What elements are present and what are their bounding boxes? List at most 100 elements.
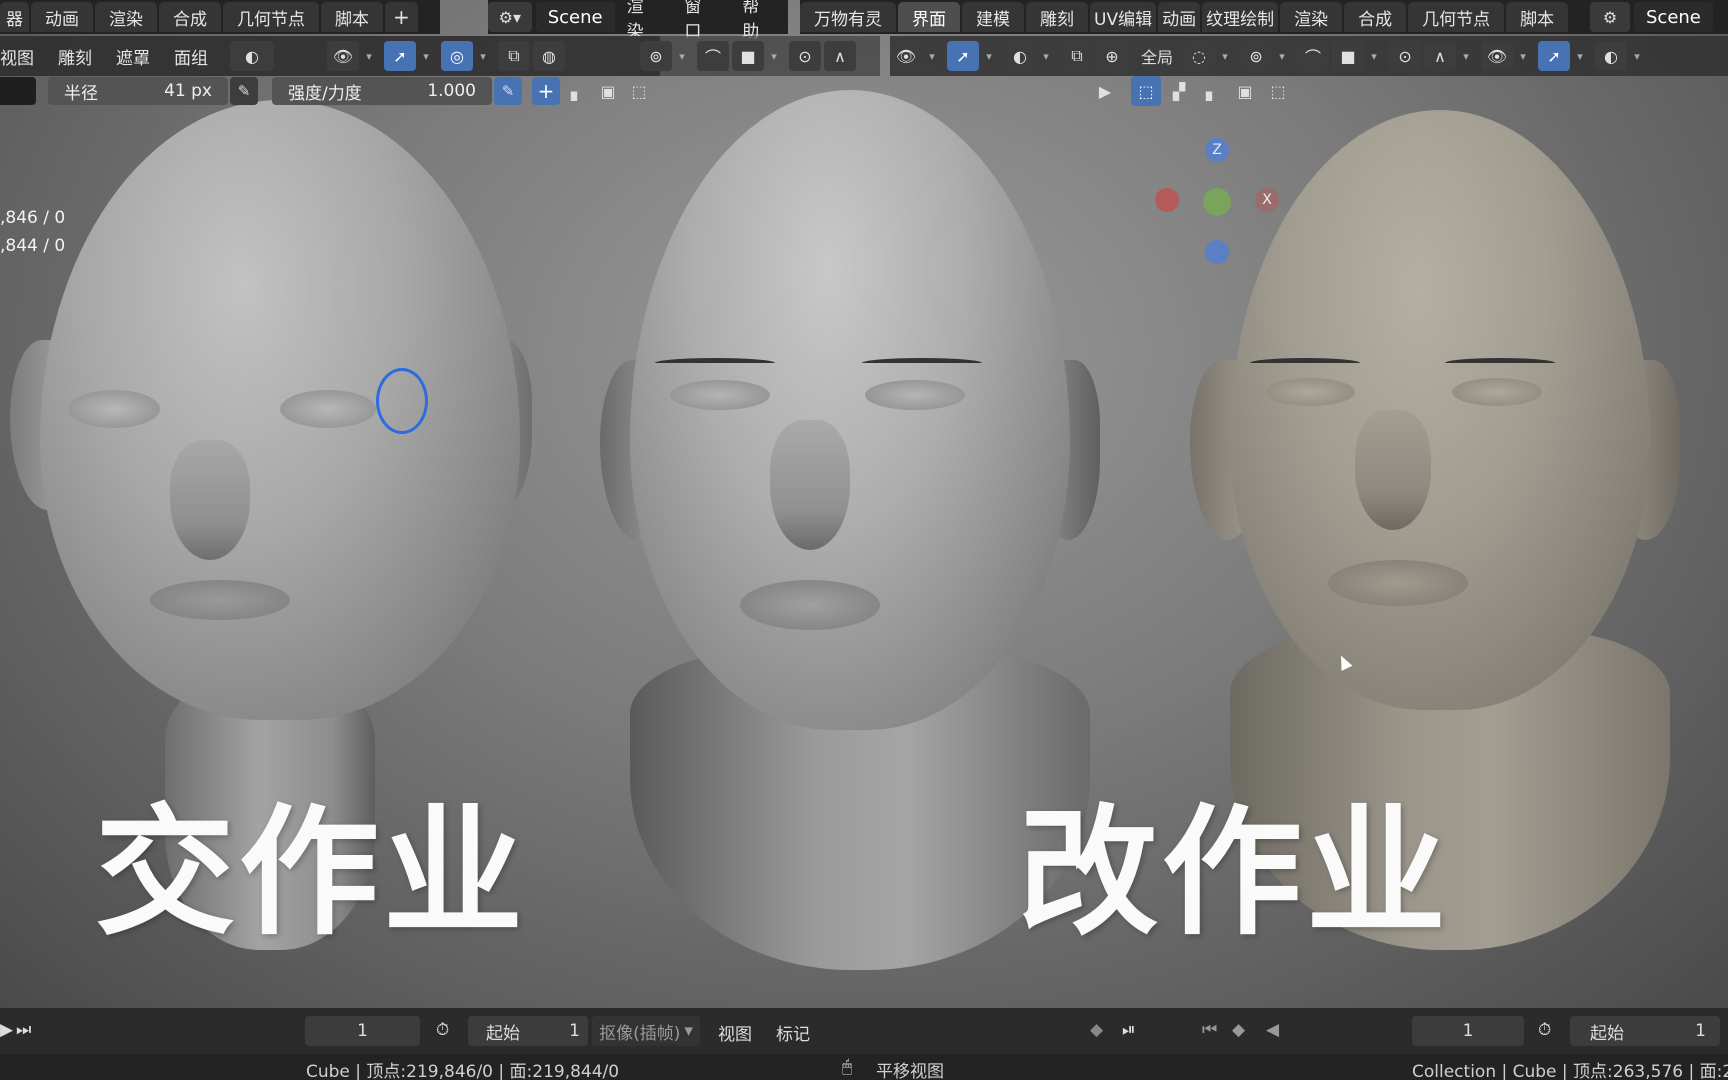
snap-icon[interactable]: ⌒ — [697, 41, 729, 71]
play-icon[interactable]: ▶ — [0, 1020, 13, 1040]
chevron-down-icon[interactable]: ▾ — [767, 50, 781, 63]
visibility-icon[interactable]: 👁 — [890, 41, 922, 71]
chevron-down-icon[interactable]: ▾ — [1459, 50, 1473, 63]
tab-sculpting[interactable]: 雕刻 — [1026, 2, 1088, 32]
tab-compositing-right[interactable]: 合成 — [1344, 2, 1407, 32]
tab-render[interactable]: 渲染 — [95, 2, 157, 32]
overlay-toggle-icon[interactable]: ◎ — [441, 41, 473, 71]
gizmo-toggle-icon-2[interactable]: ➚ — [1538, 41, 1571, 71]
tab-compositing[interactable]: 合成 — [159, 2, 221, 32]
3d-viewport[interactable]: ,846 / 0 ,844 / 0 Z X 交作业 改作业 — [0, 0, 1728, 1008]
invert-icon[interactable]: ▣ — [594, 77, 622, 105]
intersect-select-icon[interactable]: ▣ — [1230, 76, 1260, 106]
keying-dropdown[interactable]: 抠像(插帧) ▾ — [592, 1016, 700, 1046]
tab-editor[interactable]: 器 — [0, 2, 29, 32]
gizmo-y-axis-neg[interactable] — [1205, 240, 1229, 264]
orientation-icon[interactable]: ⊕ — [1096, 41, 1128, 71]
strength-field[interactable]: 强度/力度 1.000 — [272, 77, 492, 105]
proportional-edit-icon[interactable]: ⊙ — [789, 41, 821, 71]
extend-select-icon[interactable]: ▞ — [1164, 76, 1194, 106]
falloff-icon[interactable]: ∧ — [824, 41, 856, 71]
chevron-down-icon[interactable]: ▾ — [1630, 50, 1644, 63]
add-workspace-button[interactable]: + — [385, 2, 418, 32]
menu-mask[interactable]: 遮罩 — [104, 44, 162, 69]
start-frame-field-right[interactable]: 起始 1 — [1570, 1016, 1720, 1046]
current-frame-field-right[interactable]: 1 — [1412, 1016, 1524, 1046]
chevron-down-icon[interactable]: ▾ — [675, 50, 689, 63]
keyframe-prev-icon[interactable]: ◆ — [1090, 1020, 1103, 1040]
chevron-down-icon[interactable]: ▾ — [1367, 50, 1381, 63]
tab-uv-editing[interactable]: UV编辑 — [1090, 2, 1157, 32]
add-direction-button[interactable]: + — [532, 77, 560, 105]
tab-animation[interactable]: 动画 — [31, 2, 93, 32]
menu-sculpt[interactable]: 雕刻 — [46, 44, 104, 69]
tab-render-right[interactable]: 渲染 — [1280, 2, 1343, 32]
tab-wanwu-youling[interactable]: 万物有灵 — [800, 2, 896, 32]
radius-field[interactable]: 半径 41 px — [48, 77, 228, 105]
gizmo-x-axis-neg[interactable] — [1155, 188, 1179, 212]
xray-icon[interactable]: ⧉ — [1061, 41, 1093, 71]
falloff-icon[interactable]: ∧ — [1424, 41, 1457, 71]
menu-marker[interactable]: 标记 — [776, 1020, 810, 1045]
orientation-global-label[interactable]: 全局 — [1131, 44, 1183, 68]
visibility-icon-2[interactable]: 👁 — [1481, 41, 1514, 71]
scene-name-field[interactable]: Scene — [535, 2, 615, 32]
solid-shading-icon[interactable]: ■ — [1332, 41, 1365, 71]
pivot-icon[interactable]: ⊚ — [640, 41, 672, 71]
tab-geometry-nodes-right[interactable]: 几何节点 — [1408, 2, 1505, 32]
solid-shading-icon[interactable]: ■ — [732, 41, 764, 71]
tab-animation-right[interactable]: 动画 — [1158, 2, 1201, 32]
chevron-down-icon[interactable]: ▾ — [1039, 50, 1053, 63]
start-frame-field-left[interactable]: 起始 1 — [468, 1016, 588, 1046]
menu-face-sets[interactable]: 面组 — [162, 44, 220, 69]
jump-start-icon[interactable]: ⏮ — [1202, 1020, 1217, 1040]
chevron-down-icon[interactable]: ▾ — [419, 50, 433, 63]
play-reverse-icon[interactable]: ◀ — [1266, 1020, 1279, 1040]
xray-icon[interactable]: ⧉ — [498, 41, 530, 71]
timer-icon-right[interactable]: ⏱ — [1538, 1020, 1551, 1040]
scene-selector-icon[interactable]: ⚙▾ — [488, 2, 532, 32]
chevron-down-icon[interactable]: ▾ — [1275, 50, 1289, 63]
scene-selector-icon-right[interactable]: ⚙ — [1590, 2, 1630, 32]
current-frame-field-left[interactable]: 1 — [305, 1016, 420, 1046]
subtract-direction-icon[interactable]: ▖ — [563, 77, 591, 105]
timer-icon[interactable]: ⏱ — [436, 1020, 449, 1040]
scene-name-field-right[interactable]: Scene — [1634, 2, 1713, 32]
tab-scripting-right[interactable]: 脚本 — [1506, 2, 1569, 32]
pivot-icon[interactable]: ◌ — [1183, 41, 1216, 71]
chevron-down-icon[interactable]: ▾ — [1516, 50, 1530, 63]
cursor-select-icon[interactable]: ▶ — [1090, 76, 1120, 106]
pressure-pen-icon[interactable]: ✎ — [494, 77, 522, 105]
gizmo-x-axis[interactable]: X — [1255, 188, 1279, 212]
subtract-select-icon[interactable]: ▖ — [1197, 76, 1227, 106]
menu-view[interactable]: 视图 — [0, 44, 46, 69]
tab-scripting[interactable]: 脚本 — [321, 2, 383, 32]
proportional-edit-icon[interactable]: ⊙ — [1389, 41, 1422, 71]
sculpt-mode-icon[interactable]: ◐ — [230, 41, 274, 71]
snap-icon[interactable]: ⊚ — [1240, 41, 1273, 71]
gizmo-toggle-icon[interactable]: ➚ — [384, 41, 416, 71]
box-select-icon[interactable]: ⬚ — [1131, 76, 1161, 106]
visibility-icon[interactable]: 👁 — [327, 41, 359, 71]
tab-geometry-nodes[interactable]: 几何节点 — [223, 2, 319, 32]
chevron-down-icon[interactable]: ▾ — [982, 50, 996, 63]
tab-modeling[interactable]: 建模 — [962, 2, 1024, 32]
jump-end-icon[interactable]: ⏭ — [16, 1020, 31, 1040]
difference-select-icon[interactable]: ⬚ — [1263, 76, 1293, 106]
keyframe-toggle-icon[interactable]: ⏯ — [1122, 1020, 1136, 1040]
pressure-pen-icon[interactable]: ✎ — [230, 77, 258, 105]
mask-icon[interactable]: ⬚ — [625, 77, 653, 105]
chevron-down-icon[interactable]: ▾ — [925, 50, 939, 63]
prev-key-icon[interactable]: ◆ — [1232, 1020, 1245, 1040]
overlay-toggle-icon-2[interactable]: ◐ — [1595, 41, 1628, 71]
chevron-down-icon[interactable]: ▾ — [1573, 50, 1587, 63]
menu-view-timeline[interactable]: 视图 — [718, 1020, 752, 1045]
chevron-down-icon[interactable]: ▾ — [362, 50, 376, 63]
overlay-toggle-icon[interactable]: ◐ — [1004, 41, 1036, 71]
brush-color-swatch[interactable] — [0, 77, 36, 105]
chevron-down-icon[interactable]: ▾ — [476, 50, 490, 63]
magnet-icon[interactable]: ⌒ — [1297, 41, 1330, 71]
tab-layout[interactable]: 界面 — [898, 2, 960, 32]
tab-texture-paint[interactable]: 纹理绘制 — [1202, 2, 1279, 32]
gizmo-center[interactable] — [1203, 188, 1231, 216]
